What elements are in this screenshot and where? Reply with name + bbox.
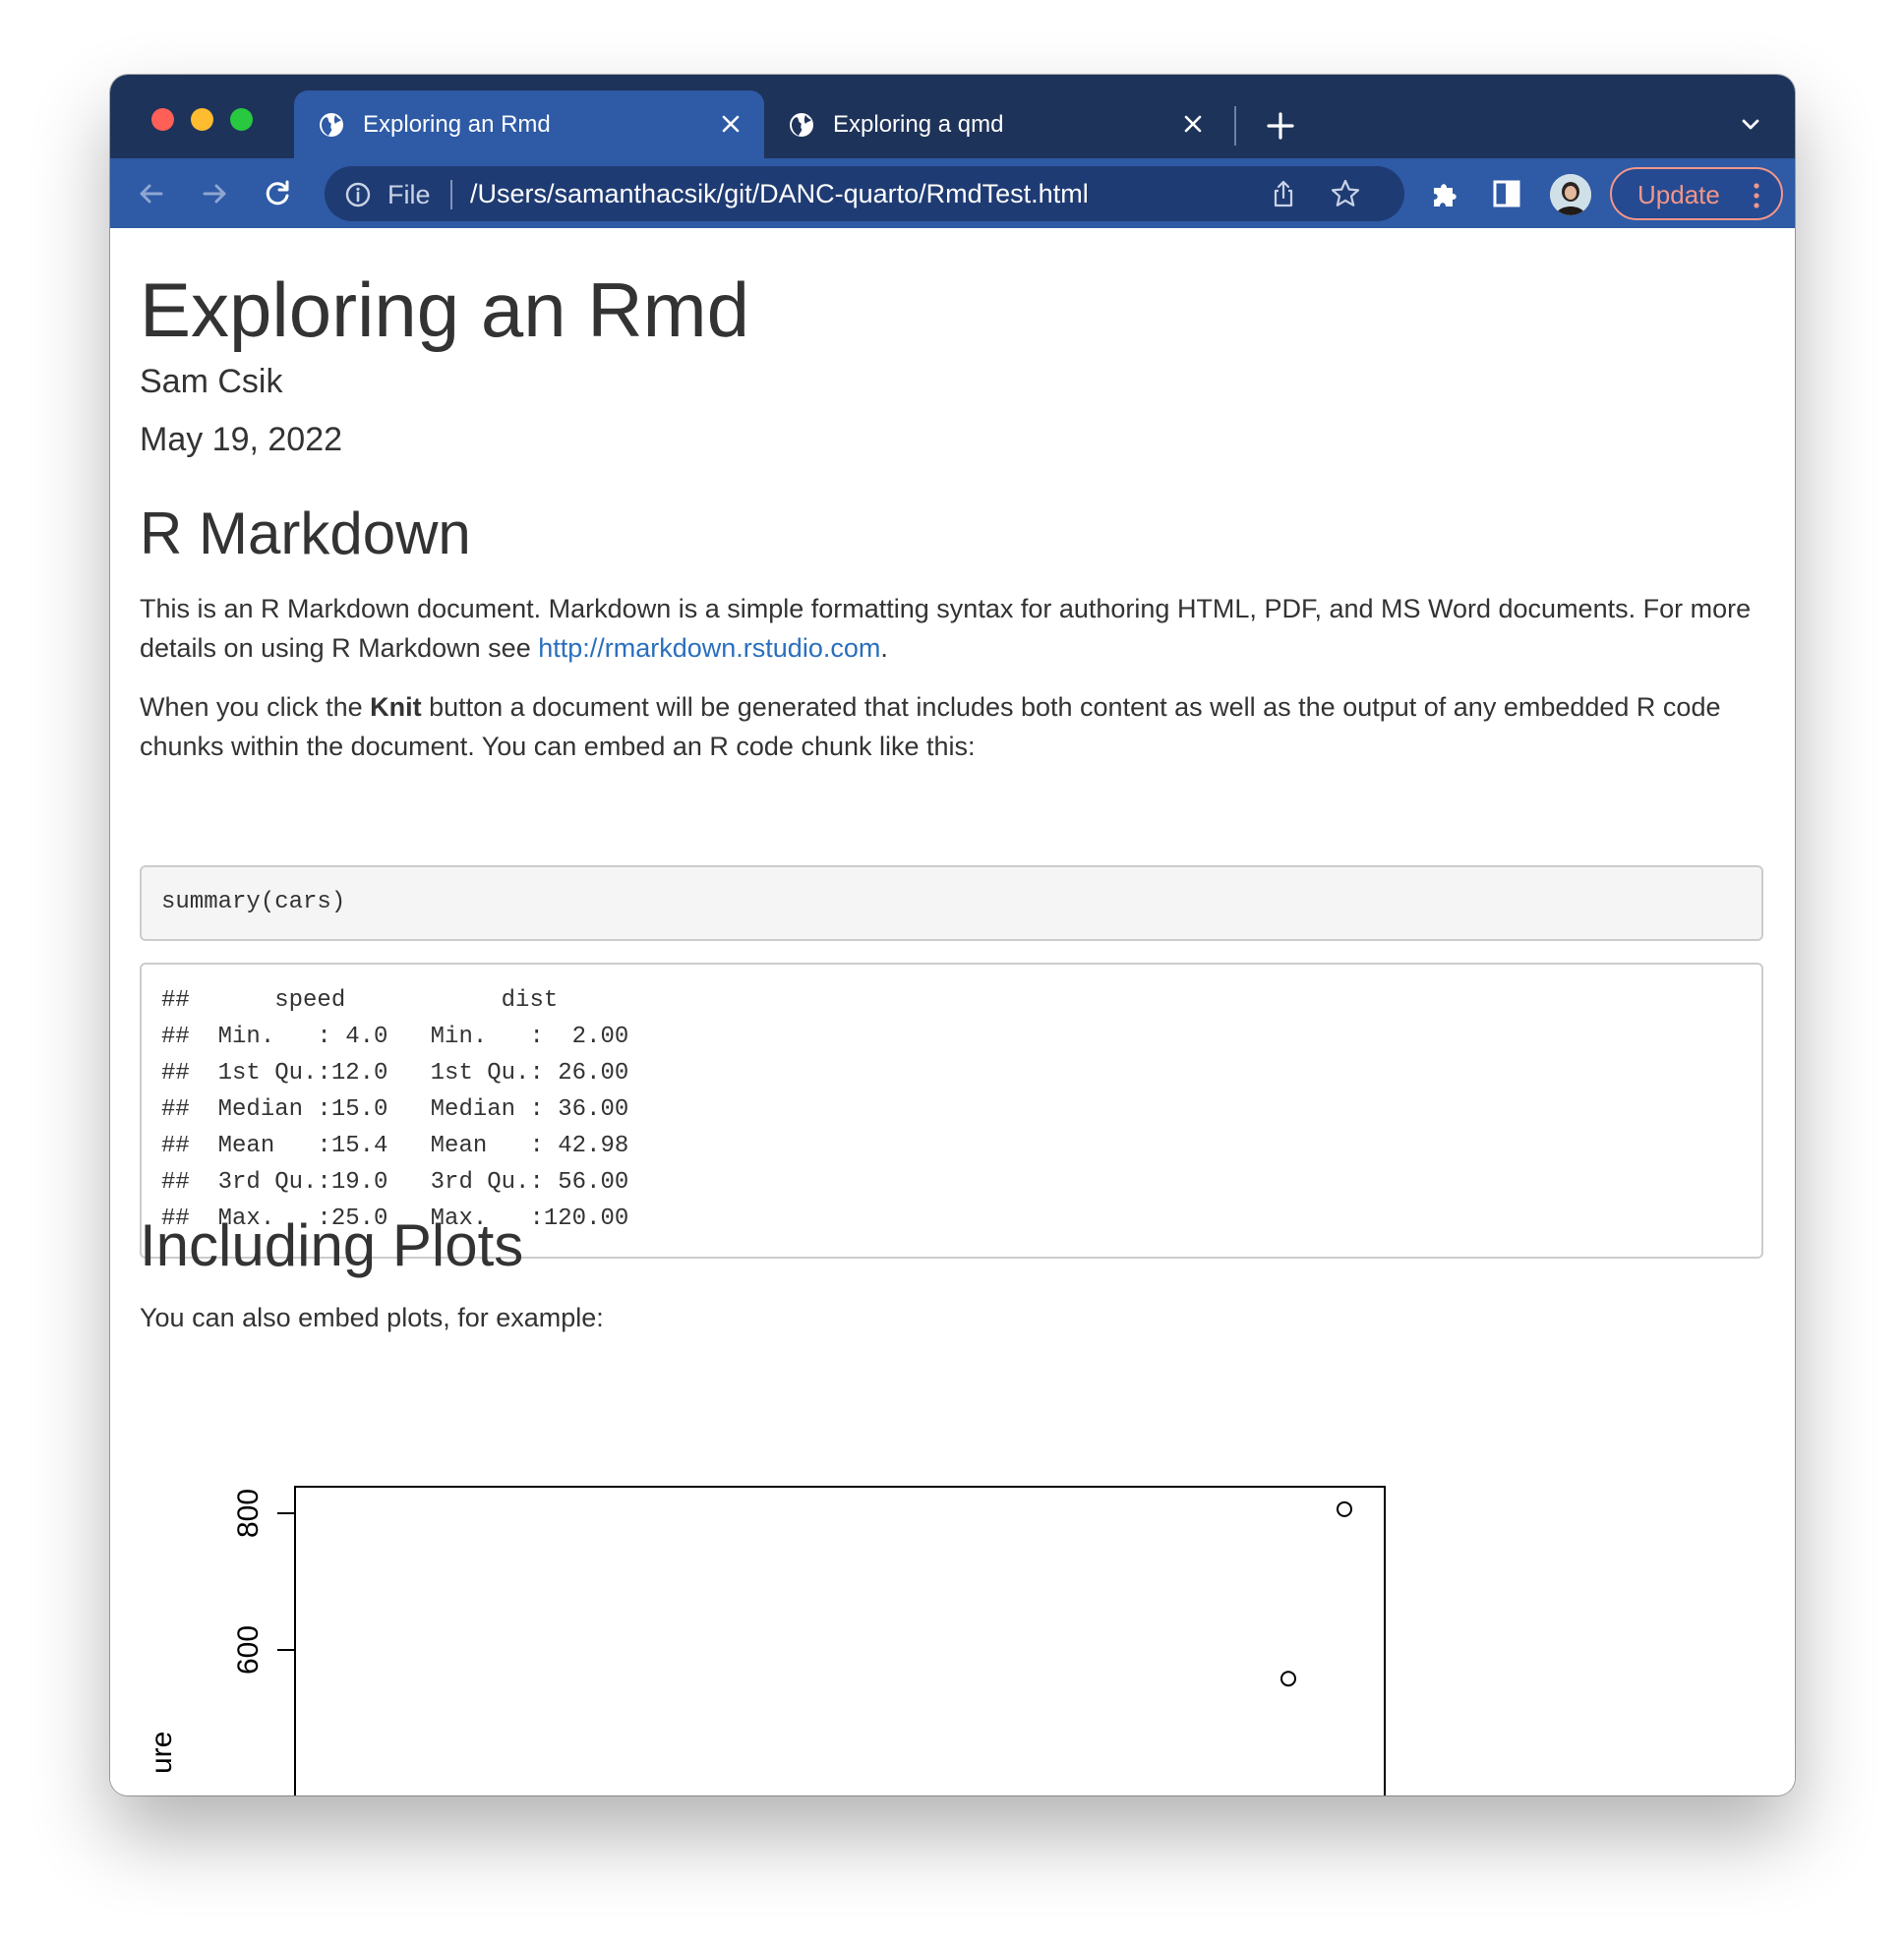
page-content: Exploring an Rmd Sam Csik May 19, 2022 R…	[110, 228, 1795, 1795]
minimize-window-button[interactable]	[191, 108, 213, 131]
tab-strip: Exploring an Rmd Exploring a qmd	[110, 75, 1795, 158]
bookmark-star-icon[interactable]	[1330, 178, 1361, 209]
profile-avatar[interactable]	[1550, 174, 1591, 215]
paragraph-intro: This is an R Markdown document. Markdown…	[140, 589, 1772, 668]
page-title: Exploring an Rmd	[140, 266, 749, 353]
share-icon[interactable]	[1269, 179, 1298, 208]
scheme-label: File	[387, 180, 431, 209]
paragraph-text: When you click the	[140, 692, 371, 722]
output-line: ## Min. : 4.0 Min. : 2.00	[161, 1024, 658, 1050]
back-arrow-icon[interactable]	[134, 176, 169, 211]
extensions-puzzle-icon[interactable]	[1428, 178, 1461, 211]
info-icon[interactable]	[344, 181, 372, 208]
plot-frame	[294, 1486, 1386, 1795]
close-tab-icon[interactable]	[719, 112, 743, 136]
rmarkdown-link[interactable]: http://rmarkdown.rstudio.com	[538, 633, 880, 663]
scatter-point	[1337, 1500, 1352, 1517]
tab-title: Exploring an Rmd	[363, 111, 551, 138]
scatter-point	[1280, 1671, 1296, 1687]
author: Sam Csik	[140, 363, 283, 400]
code-text: summary(cars)	[161, 889, 346, 915]
close-tab-icon[interactable]	[1181, 112, 1205, 136]
output-line: ## speed dist	[161, 987, 658, 1014]
paragraph-plots: You can also embed plots, for example:	[140, 1303, 604, 1332]
url-text[interactable]: /Users/samanthacsik/git/DANC-quarto/RmdT…	[470, 179, 1089, 208]
more-vertical-icon[interactable]	[1754, 182, 1759, 209]
address-bar[interactable]: File /Users/samanthacsik/git/DANC-quarto…	[325, 166, 1404, 221]
update-button[interactable]: Update	[1610, 167, 1783, 220]
globe-icon	[790, 113, 813, 137]
y-tick-label: 600	[232, 1625, 265, 1675]
forward-arrow-icon[interactable]	[197, 176, 232, 211]
y-axis-label: ure	[146, 1732, 178, 1774]
chevron-down-icon[interactable]	[1736, 110, 1765, 140]
paragraph-end: .	[880, 633, 888, 663]
tab-exploring-rmd[interactable]: Exploring an Rmd	[294, 90, 764, 158]
output-line: ## 3rd Qu.:19.0 3rd Qu.: 56.00	[161, 1169, 658, 1196]
browser-toolbar: File /Users/samanthacsik/git/DANC-quarto…	[110, 158, 1795, 228]
output-line: ## 1st Qu.:12.0 1st Qu.: 26.00	[161, 1060, 658, 1087]
output-line: ## Mean :15.4 Mean : 42.98	[161, 1133, 658, 1159]
paragraph-knit: When you click the Knit button a documen…	[140, 687, 1772, 766]
date: May 19, 2022	[140, 421, 343, 458]
y-tick-label: 800	[232, 1489, 265, 1538]
section-heading-r-markdown: R Markdown	[140, 500, 471, 566]
code-chunk: summary(cars)	[140, 865, 1763, 941]
output-line: ## Median :15.0 Median : 36.00	[161, 1096, 658, 1123]
tab-separator	[1234, 106, 1236, 146]
new-tab-icon[interactable]	[1261, 106, 1300, 146]
browser-window: Exploring an Rmd Exploring a qmd File /U…	[110, 75, 1795, 1795]
globe-icon	[320, 113, 343, 137]
close-window-button[interactable]	[151, 108, 174, 131]
paragraph-text: This is an R Markdown document. Markdown…	[140, 594, 1752, 663]
side-panel-icon[interactable]	[1491, 178, 1522, 209]
avatar-image	[1550, 174, 1591, 215]
tab-exploring-qmd[interactable]: Exploring a qmd	[764, 90, 1226, 158]
update-label: Update	[1637, 180, 1720, 209]
scatter-plot: 800 600 ure	[146, 1486, 1386, 1795]
knit-bold: Knit	[370, 692, 422, 722]
zoom-window-button[interactable]	[230, 108, 253, 131]
address-separator	[450, 180, 452, 209]
section-heading-including-plots: Including Plots	[140, 1212, 524, 1278]
tab-title: Exploring a qmd	[833, 111, 1004, 138]
reload-icon[interactable]	[260, 176, 295, 211]
